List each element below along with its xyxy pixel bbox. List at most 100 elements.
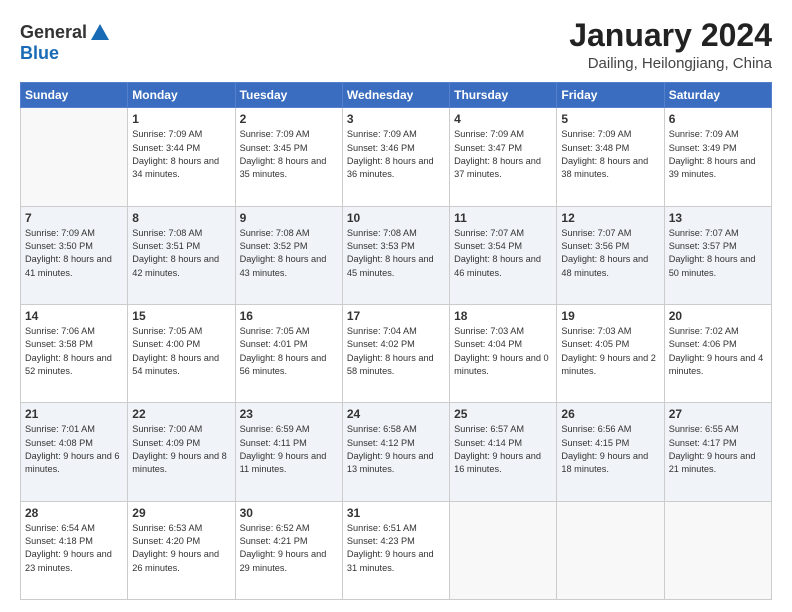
- day-number: 25: [454, 407, 552, 421]
- calendar-cell: 5 Sunrise: 7:09 AMSunset: 3:48 PMDaylight…: [557, 108, 664, 206]
- calendar-cell: 9 Sunrise: 7:08 AMSunset: 3:52 PMDaylight…: [235, 206, 342, 304]
- day-number: 2: [240, 112, 338, 126]
- day-number: 13: [669, 211, 767, 225]
- month-title: January 2024: [569, 18, 772, 53]
- day-info: Sunrise: 7:07 AMSunset: 3:57 PMDaylight:…: [669, 227, 767, 280]
- calendar-cell: 22Sunrise: 7:00 AMSunset: 4:09 PMDayligh…: [128, 403, 235, 501]
- day-info: Sunrise: 7:09 AMSunset: 3:44 PMDaylight:…: [132, 128, 230, 181]
- calendar-cell: 14Sunrise: 7:06 AMSunset: 3:58 PMDayligh…: [21, 304, 128, 402]
- day-info: Sunrise: 7:01 AMSunset: 4:08 PMDaylight:…: [25, 423, 123, 476]
- calendar-cell: 6Sunrise: 7:09 AMSunset: 3:49 PMDaylight…: [664, 108, 771, 206]
- day-info: Sunrise: 7:09 AMSunset: 3:46 PMDaylight:…: [347, 128, 445, 181]
- logo-icon: [89, 22, 111, 44]
- page: General Blue January 2024 Dailing, Heilo…: [0, 0, 792, 612]
- calendar-cell: 10 Sunrise: 7:08 AMSunset: 3:53 PMDayligh…: [342, 206, 449, 304]
- day-number: 9: [240, 211, 338, 225]
- day-info: Sunrise: 6:51 AMSunset: 4:23 PMDaylight:…: [347, 522, 445, 575]
- day-number: 16: [240, 309, 338, 323]
- day-number: 27: [669, 407, 767, 421]
- calendar-cell: 12 Sunrise: 7:07 AMSunset: 3:56 PMDayligh…: [557, 206, 664, 304]
- weekday-header-monday: Monday: [128, 83, 235, 108]
- calendar-week-row: 14Sunrise: 7:06 AMSunset: 3:58 PMDayligh…: [21, 304, 772, 402]
- calendar-cell: 27 Sunrise: 6:55 AMSunset: 4:17 PMDayligh…: [664, 403, 771, 501]
- location: Dailing, Heilongjiang, China: [569, 55, 772, 72]
- day-info: Sunrise: 7:08 AMSunset: 3:52 PMDaylight:…: [240, 227, 338, 280]
- day-number: 18: [454, 309, 552, 323]
- calendar-cell: 13 Sunrise: 7:07 AMSunset: 3:57 PMDayligh…: [664, 206, 771, 304]
- day-info: Sunrise: 6:54 AMSunset: 4:18 PMDaylight:…: [25, 522, 123, 575]
- calendar-cell: 29 Sunrise: 6:53 AMSunset: 4:20 PMDayligh…: [128, 501, 235, 599]
- day-number: 8: [132, 211, 230, 225]
- day-number: 19: [561, 309, 659, 323]
- calendar-cell: 19 Sunrise: 7:03 AMSunset: 4:05 PMDayligh…: [557, 304, 664, 402]
- day-info: Sunrise: 6:57 AMSunset: 4:14 PMDaylight:…: [454, 423, 552, 476]
- day-info: Sunrise: 6:56 AMSunset: 4:15 PMDaylight:…: [561, 423, 659, 476]
- day-info: Sunrise: 7:08 AMSunset: 3:53 PMDaylight:…: [347, 227, 445, 280]
- calendar-cell: 26 Sunrise: 6:56 AMSunset: 4:15 PMDayligh…: [557, 403, 664, 501]
- calendar-cell: 17Sunrise: 7:04 AMSunset: 4:02 PMDayligh…: [342, 304, 449, 402]
- weekday-header-sunday: Sunday: [21, 83, 128, 108]
- weekday-header-wednesday: Wednesday: [342, 83, 449, 108]
- day-number: 5: [561, 112, 659, 126]
- day-info: Sunrise: 6:53 AMSunset: 4:20 PMDaylight:…: [132, 522, 230, 575]
- calendar-cell: 1 Sunrise: 7:09 AMSunset: 3:44 PMDaylight…: [128, 108, 235, 206]
- day-info: Sunrise: 7:08 AMSunset: 3:51 PMDaylight:…: [132, 227, 230, 280]
- day-info: Sunrise: 7:09 AMSunset: 3:48 PMDaylight:…: [561, 128, 659, 181]
- day-number: 30: [240, 506, 338, 520]
- day-info: Sunrise: 7:03 AMSunset: 4:05 PMDaylight:…: [561, 325, 659, 378]
- logo: General Blue: [20, 22, 111, 64]
- day-number: 29: [132, 506, 230, 520]
- day-number: 26: [561, 407, 659, 421]
- calendar-cell: 20 Sunrise: 7:02 AMSunset: 4:06 PMDayligh…: [664, 304, 771, 402]
- day-number: 7: [25, 211, 123, 225]
- day-number: 11: [454, 211, 552, 225]
- day-number: 24: [347, 407, 445, 421]
- day-info: Sunrise: 7:03 AMSunset: 4:04 PMDaylight:…: [454, 325, 552, 378]
- calendar-cell: [450, 501, 557, 599]
- calendar-table: SundayMondayTuesdayWednesdayThursdayFrid…: [20, 82, 772, 600]
- calendar-cell: 28 Sunrise: 6:54 AMSunset: 4:18 PMDayligh…: [21, 501, 128, 599]
- calendar-cell: 3Sunrise: 7:09 AMSunset: 3:46 PMDaylight…: [342, 108, 449, 206]
- calendar-cell: 31 Sunrise: 6:51 AMSunset: 4:23 PMDayligh…: [342, 501, 449, 599]
- day-number: 10: [347, 211, 445, 225]
- weekday-header-thursday: Thursday: [450, 83, 557, 108]
- day-info: Sunrise: 7:09 AMSunset: 3:50 PMDaylight:…: [25, 227, 123, 280]
- calendar-cell: 30Sunrise: 6:52 AMSunset: 4:21 PMDayligh…: [235, 501, 342, 599]
- day-info: Sunrise: 7:07 AMSunset: 3:56 PMDaylight:…: [561, 227, 659, 280]
- calendar-cell: 18 Sunrise: 7:03 AMSunset: 4:04 PMDayligh…: [450, 304, 557, 402]
- day-info: Sunrise: 7:04 AMSunset: 4:02 PMDaylight:…: [347, 325, 445, 378]
- calendar-cell: [664, 501, 771, 599]
- weekday-header-friday: Friday: [557, 83, 664, 108]
- day-number: 22: [132, 407, 230, 421]
- day-info: Sunrise: 7:05 AMSunset: 4:00 PMDaylight:…: [132, 325, 230, 378]
- day-number: 1: [132, 112, 230, 126]
- calendar-cell: 8 Sunrise: 7:08 AMSunset: 3:51 PMDaylight…: [128, 206, 235, 304]
- day-info: Sunrise: 6:55 AMSunset: 4:17 PMDaylight:…: [669, 423, 767, 476]
- calendar-week-row: 1 Sunrise: 7:09 AMSunset: 3:44 PMDaylight…: [21, 108, 772, 206]
- day-info: Sunrise: 6:58 AMSunset: 4:12 PMDaylight:…: [347, 423, 445, 476]
- day-info: Sunrise: 7:02 AMSunset: 4:06 PMDaylight:…: [669, 325, 767, 378]
- calendar-cell: [21, 108, 128, 206]
- day-number: 31: [347, 506, 445, 520]
- calendar-cell: 23Sunrise: 6:59 AMSunset: 4:11 PMDayligh…: [235, 403, 342, 501]
- day-number: 28: [25, 506, 123, 520]
- calendar-week-row: 28 Sunrise: 6:54 AMSunset: 4:18 PMDayligh…: [21, 501, 772, 599]
- day-number: 12: [561, 211, 659, 225]
- calendar-cell: 21Sunrise: 7:01 AMSunset: 4:08 PMDayligh…: [21, 403, 128, 501]
- day-number: 23: [240, 407, 338, 421]
- day-info: Sunrise: 7:09 AMSunset: 3:47 PMDaylight:…: [454, 128, 552, 181]
- calendar-header-row: SundayMondayTuesdayWednesdayThursdayFrid…: [21, 83, 772, 108]
- day-number: 14: [25, 309, 123, 323]
- calendar-cell: [557, 501, 664, 599]
- day-number: 15: [132, 309, 230, 323]
- day-number: 4: [454, 112, 552, 126]
- day-number: 20: [669, 309, 767, 323]
- calendar-cell: 25 Sunrise: 6:57 AMSunset: 4:14 PMDayligh…: [450, 403, 557, 501]
- logo-blue-text: Blue: [20, 44, 111, 64]
- calendar-week-row: 21Sunrise: 7:01 AMSunset: 4:08 PMDayligh…: [21, 403, 772, 501]
- day-info: Sunrise: 7:09 AMSunset: 3:49 PMDaylight:…: [669, 128, 767, 181]
- day-info: Sunrise: 7:05 AMSunset: 4:01 PMDaylight:…: [240, 325, 338, 378]
- calendar-cell: 24 Sunrise: 6:58 AMSunset: 4:12 PMDayligh…: [342, 403, 449, 501]
- weekday-header-saturday: Saturday: [664, 83, 771, 108]
- logo-general-text: General: [20, 23, 87, 43]
